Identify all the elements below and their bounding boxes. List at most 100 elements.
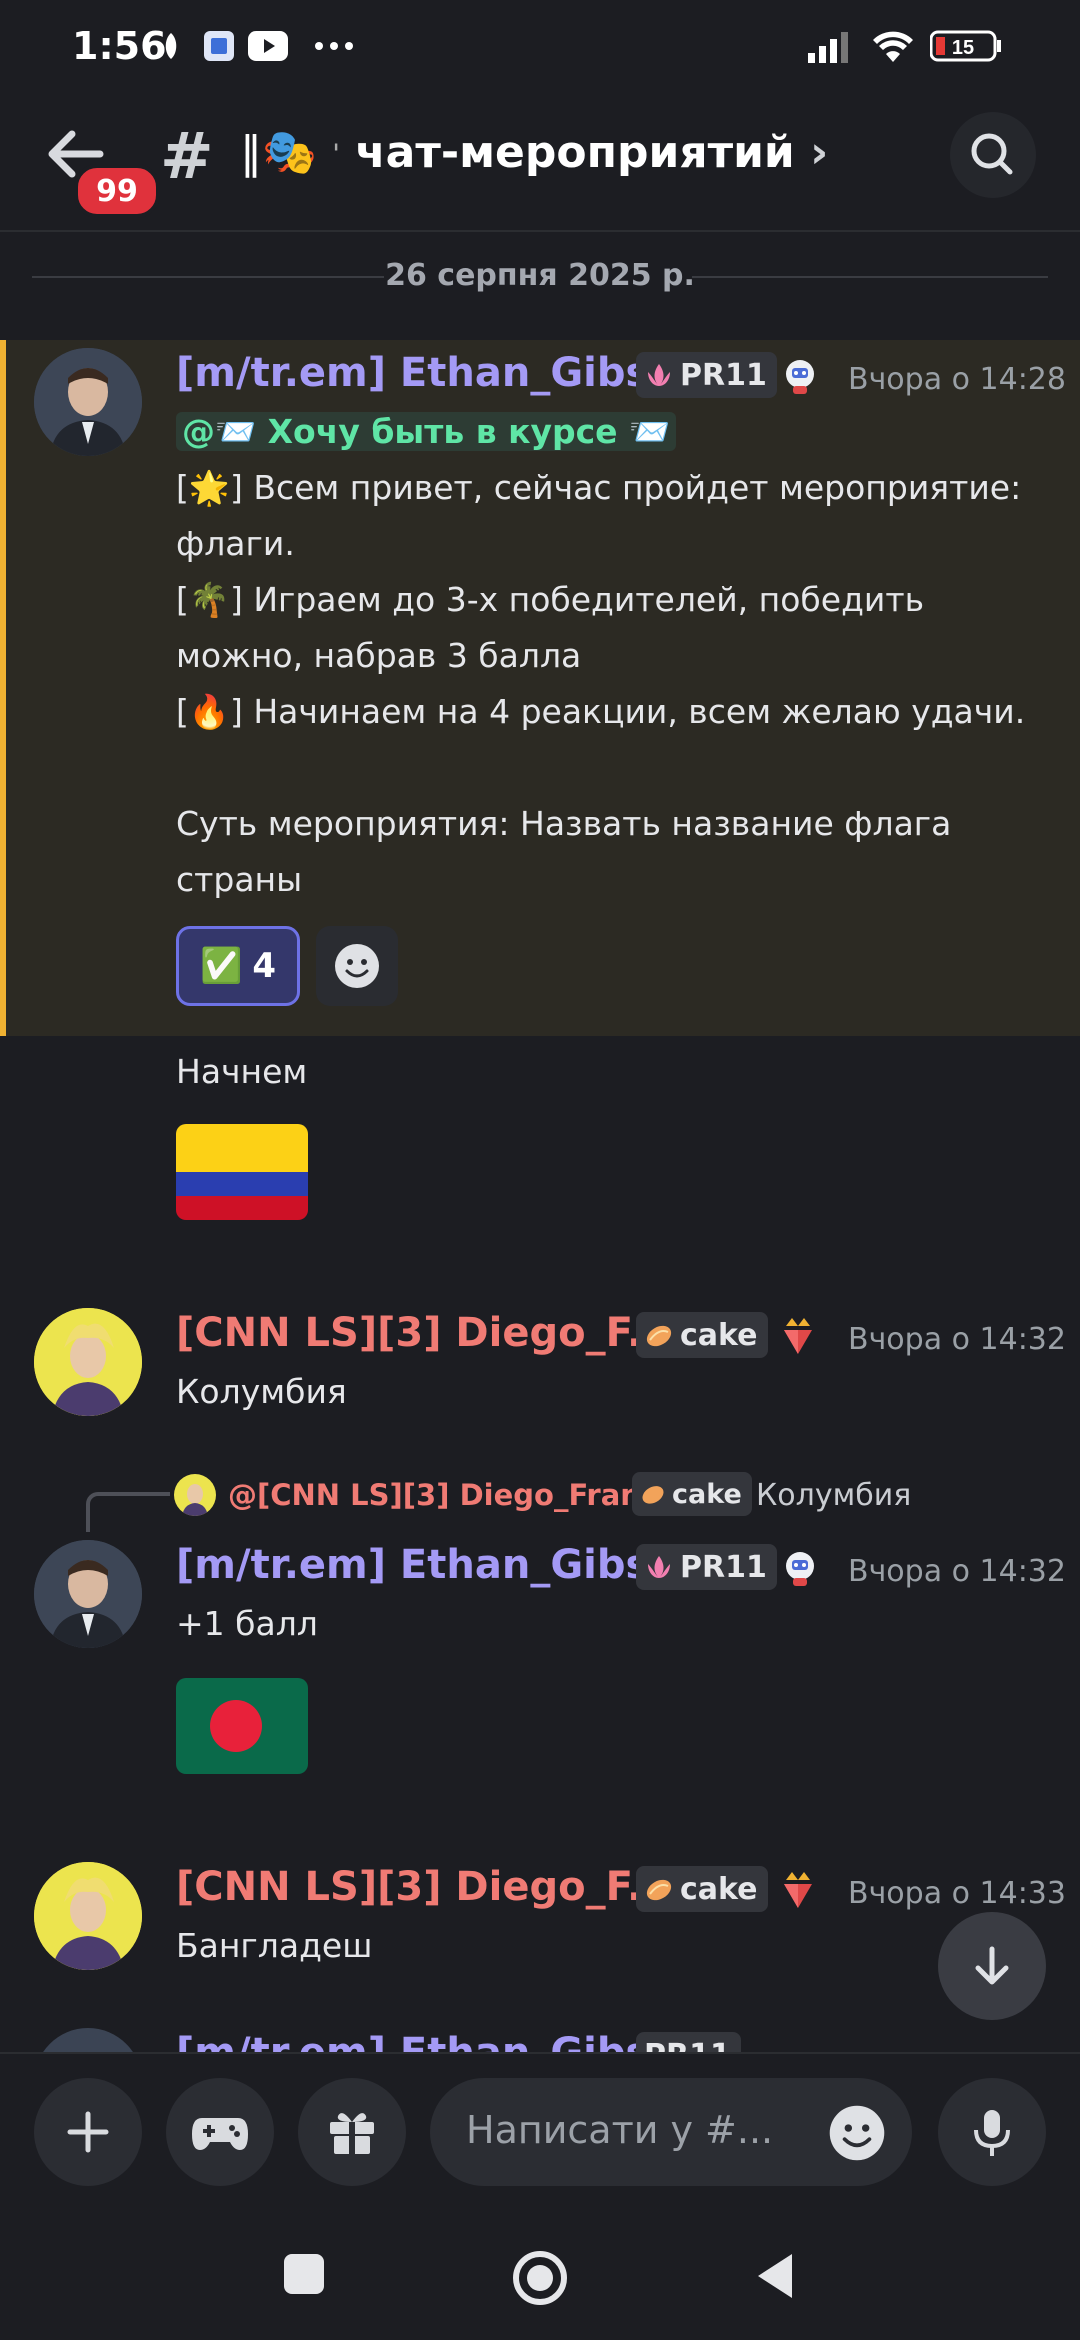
author-name: [m/tr.em] Ethan_Gibs... [176,2030,695,2052]
signal-icon [808,26,858,66]
message-body: [🌟] Всем привет, сейчас пройдет мероприя… [176,460,1056,908]
message-line: флаги. [176,524,295,563]
channel-hash-icon: # [160,120,214,194]
jump-to-latest-button[interactable] [938,1912,1046,2020]
youtube-icon [248,26,288,66]
palm-emoji: 🌴 [188,580,230,619]
reaction-count: 4 [252,946,276,986]
gem-crown-icon [776,1868,820,1916]
guild-tag[interactable]: cake [636,1312,768,1358]
avatar[interactable] [34,348,142,456]
bangladesh-flag-emoji [176,1678,308,1774]
lotus-icon [648,364,670,386]
notification-icon [160,26,182,66]
cake-icon [646,1325,672,1347]
message-line: Суть мероприятия: Назвать название флага [176,804,952,843]
cake-icon [642,1486,664,1504]
author-name[interactable]: [CNN LS][3] Diego_F... [176,1310,673,1356]
channel-title[interactable]: ‖🎭 ˈ чат-мероприятий › [240,126,828,178]
system-nav-bar [0,2212,1080,2340]
more-dots-icon [314,26,354,66]
message-line: можно, набрав 3 балла [176,636,582,675]
avatar [34,2028,142,2052]
status-bar: 1:56 15 [0,0,1080,100]
highlight-bar [0,340,6,1036]
role-mention[interactable]: @📨 Хочу быть в курсе 📨 [176,404,677,460]
chevron-right-icon: › [810,127,829,178]
message-line: страны [176,860,303,899]
reaction-checkmark[interactable]: ✅ 4 [176,926,300,1006]
emoji-button[interactable] [826,2102,888,2168]
checkmark-emoji: ✅ [199,946,243,986]
message-text: +1 балл [176,1604,318,1643]
battery-icon: 15 [930,26,1002,66]
author-name[interactable]: [m/tr.em] Ethan_Gibs... [176,350,695,396]
status-time: 1:56 [72,24,167,68]
gamepad-icon [192,2118,248,2150]
wifi-icon [870,26,916,66]
message-line: [🌟] Всем привет, сейчас пройдет мероприя… [176,468,1022,507]
plus-icon [67,2111,109,2153]
gift-icon [330,2113,374,2154]
home-button[interactable] [510,2248,570,2312]
gift-button[interactable] [298,2078,406,2186]
add-reaction-button[interactable] [316,926,398,1006]
reply-preview-text[interactable]: Колумбия [756,1478,911,1513]
reply-author[interactable]: @[CNN LS][3] Diego_Franz [228,1478,658,1512]
partial-message: [m/tr.em] Ethan_Gibs... PR11 [0,2024,1080,2052]
message-input-placeholder: Написати у #... [466,2108,774,2152]
guild-tag[interactable]: cake [636,1866,768,1912]
reply-avatar [174,1474,216,1516]
colombia-flag-emoji [176,1124,308,1220]
search-icon [971,133,1013,175]
gem-crown-icon [776,1314,820,1362]
guild-tag-label: cake [680,1871,758,1907]
recents-button[interactable] [282,2252,326,2300]
date-divider-text: 26 серпня 2025 р. [385,258,695,293]
message-line: [🔥] Начинаем на 4 реакции, всем желаю уд… [176,692,1026,731]
battery-level: 15 [952,37,974,59]
message-text: Бангладеш [176,1926,373,1965]
guild-tag-label: PR11 [680,357,767,393]
message-timestamp: Вчора о 14:28 [848,362,1066,397]
back-nav-button[interactable] [752,2250,796,2306]
guild-tag-label: cake [680,1317,758,1353]
message-timestamp: Вчора о 14:32 [848,1322,1066,1357]
smiley-icon [335,944,379,988]
app-notification-icon [202,26,236,66]
avatar[interactable] [34,1308,142,1416]
search-button[interactable] [950,112,1036,198]
avatar[interactable] [34,1540,142,1648]
triangle-back-icon [758,2254,792,2298]
cake-icon [646,1879,672,1901]
circle-icon [513,2251,567,2305]
fire-emoji: 🔥 [188,692,230,731]
mention-text[interactable]: @📨 Хочу быть в курсе 📨 [176,412,677,451]
author-name[interactable]: [m/tr.em] Ethan_Gibs... [176,1542,695,1588]
reply-guild-tag: cake [632,1472,752,1516]
author-name[interactable]: [CNN LS][3] Diego_F... [176,1864,673,1910]
message-text: Начнем [176,1052,308,1091]
channel-name: чат-мероприятий [355,127,795,178]
activities-button[interactable] [166,2078,274,2186]
smiley-icon [829,2105,885,2161]
message-input[interactable]: Написати у #... [430,2078,912,2186]
voice-message-button[interactable] [938,2078,1046,2186]
avatar[interactable] [34,1862,142,1970]
message-timestamp: Вчора о 14:32 [848,1554,1066,1589]
channel-prefix: ‖🎭 [240,127,317,178]
add-attachment-button[interactable] [34,2078,142,2186]
robot-badge-icon [778,1546,822,1594]
reply-connector [86,1492,170,1532]
robot-badge-icon [778,354,822,402]
message-line [176,740,1056,796]
square-icon [284,2254,324,2294]
guild-tag-label: PR11 [680,1549,767,1585]
star-emoji: 🌟 [188,468,230,507]
arrow-down-icon [975,1946,1009,1985]
guild-tag[interactable]: PR11 [636,1544,777,1590]
message-text: Колумбия [176,1372,347,1411]
unread-badge: 99 [74,164,160,218]
guild-tag: PR11 [636,2032,741,2052]
guild-tag[interactable]: PR11 [636,352,777,398]
